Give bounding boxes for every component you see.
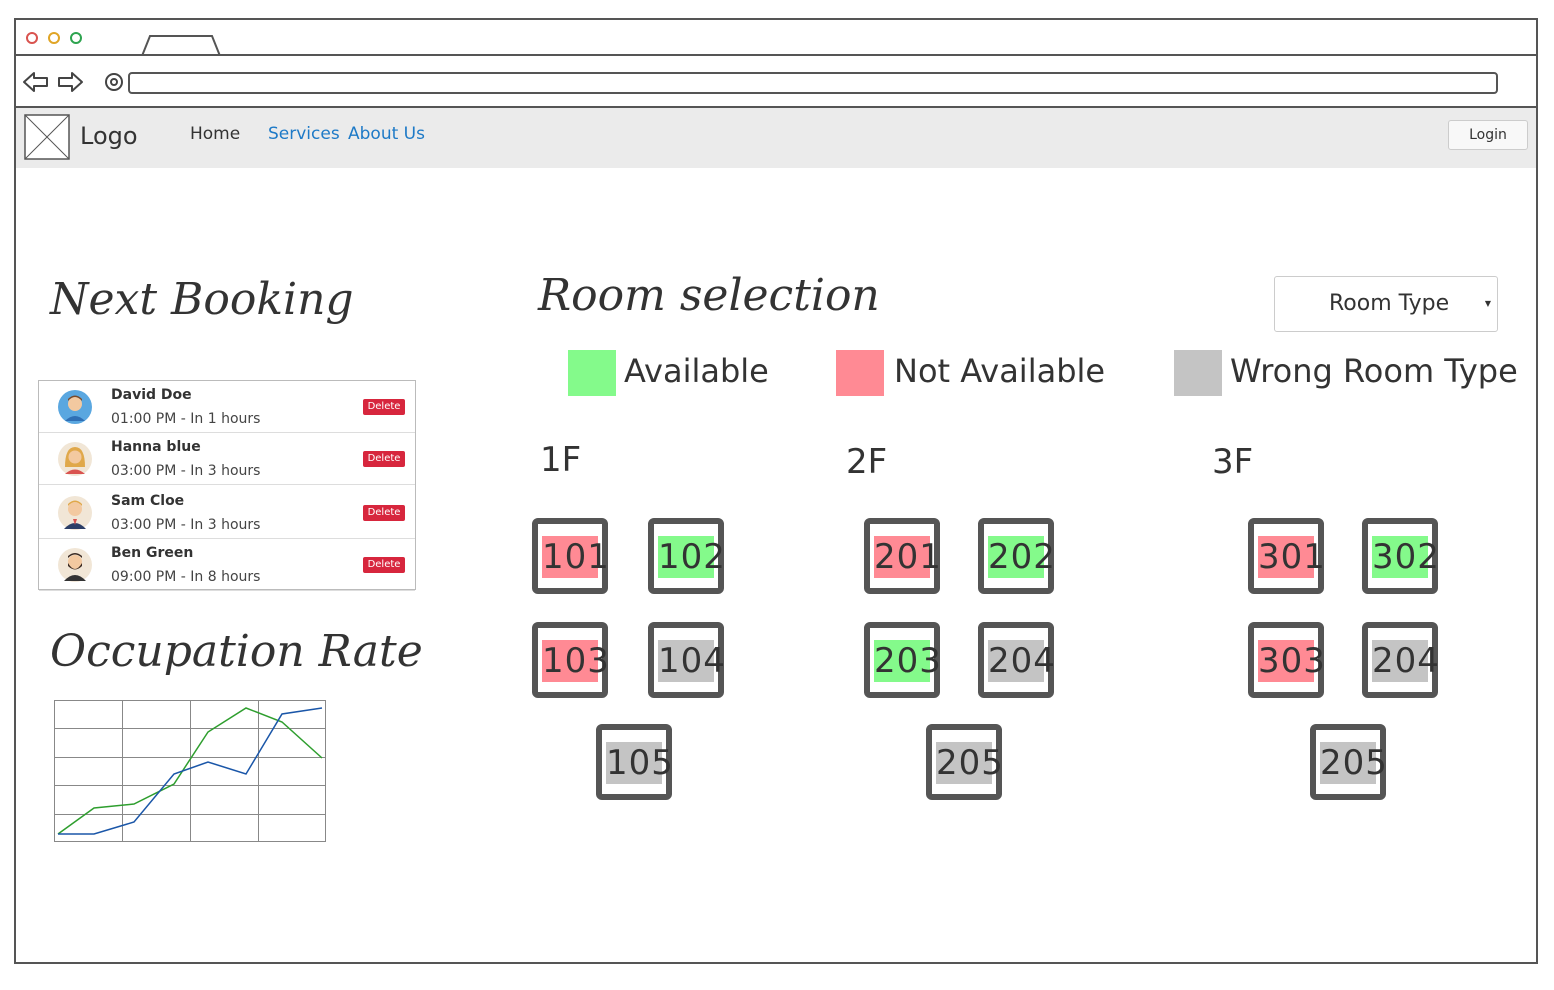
- floor-label-3f: 3F: [1212, 442, 1254, 482]
- legend-swatch-not-available: [836, 350, 884, 396]
- back-arrow-icon[interactable]: [22, 70, 50, 94]
- avatar-woman-blonde-icon: [58, 442, 92, 476]
- next-booking-title: Next Booking: [50, 274, 354, 325]
- room-number: 202: [988, 536, 1056, 578]
- logo-image-placeholder: [24, 114, 70, 160]
- room-102[interactable]: 102: [648, 518, 726, 594]
- top-navigation: Logo Home Services About Us Login: [16, 108, 1536, 168]
- login-button[interactable]: Login: [1448, 120, 1528, 150]
- booking-name: Ben Green: [111, 545, 194, 561]
- booking-time: 09:00 PM - In 8 hours: [111, 569, 261, 585]
- room-303[interactable]: 303: [1248, 622, 1326, 698]
- booking-row: David Doe 01:00 PM - In 1 hours Delete: [39, 381, 415, 433]
- booking-row: Ben Green 09:00 PM - In 8 hours Delete: [39, 539, 415, 591]
- legend-label-wrong-room-type: Wrong Room Type: [1230, 352, 1518, 390]
- booking-name: David Doe: [111, 387, 192, 403]
- room-number: 204: [988, 640, 1056, 682]
- booking-list: David Doe 01:00 PM - In 1 hours Delete H…: [38, 380, 416, 591]
- avatar-man-suit-icon: [58, 496, 92, 530]
- room-104[interactable]: 104: [648, 622, 726, 698]
- delete-booking-button[interactable]: Delete: [363, 451, 405, 467]
- reload-icon[interactable]: [102, 70, 126, 94]
- maximize-window-icon[interactable]: [70, 32, 82, 44]
- room-202[interactable]: 202: [978, 518, 1056, 594]
- booking-time: 03:00 PM - In 3 hours: [111, 463, 261, 479]
- room-type-select[interactable]: Room Type ▼: [1274, 276, 1498, 332]
- delete-booking-button[interactable]: Delete: [363, 557, 405, 573]
- room-number: 203: [874, 640, 942, 682]
- room-302[interactable]: 302: [1362, 518, 1440, 594]
- nav-services-link[interactable]: Services: [268, 124, 340, 144]
- floor-label-2f: 2F: [846, 442, 888, 482]
- room-101[interactable]: 101: [532, 518, 610, 594]
- room-205[interactable]: 205: [926, 724, 1004, 800]
- room-selection-title: Room selection: [538, 270, 880, 321]
- room-304[interactable]: 204: [1362, 622, 1440, 698]
- room-number: 103: [542, 640, 610, 682]
- room-number: 102: [658, 536, 726, 578]
- room-number: 201: [874, 536, 942, 578]
- legend-label-available: Available: [624, 352, 769, 390]
- room-203[interactable]: 203: [864, 622, 942, 698]
- legend-swatch-available: [568, 350, 616, 396]
- room-number: 101: [542, 536, 610, 578]
- room-305[interactable]: 205: [1310, 724, 1388, 800]
- chevron-down-icon: ▼: [1484, 299, 1491, 308]
- occupation-rate-chart: [54, 700, 326, 842]
- nav-home-link[interactable]: Home: [190, 124, 240, 144]
- room-number: 204: [1372, 640, 1440, 682]
- room-type-select-label: Room Type: [1329, 291, 1450, 316]
- close-window-icon[interactable]: [26, 32, 38, 44]
- booking-row: Hanna blue 03:00 PM - In 3 hours Delete: [39, 433, 415, 485]
- room-number: 301: [1258, 536, 1326, 578]
- floor-label-1f: 1F: [540, 440, 582, 480]
- room-number: 302: [1372, 536, 1440, 578]
- booking-time: 03:00 PM - In 3 hours: [111, 517, 261, 533]
- legend-swatch-wrong-room-type: [1174, 350, 1222, 396]
- logo-text: Logo: [80, 122, 138, 150]
- room-number: 104: [658, 640, 726, 682]
- booking-name: Hanna blue: [111, 439, 201, 455]
- booking-name: Sam Cloe: [111, 493, 185, 509]
- room-301[interactable]: 301: [1248, 518, 1326, 594]
- minimize-window-icon[interactable]: [48, 32, 60, 44]
- occupation-rate-title: Occupation Rate: [50, 626, 423, 677]
- forward-arrow-icon[interactable]: [56, 70, 84, 94]
- legend-label-not-available: Not Available: [894, 352, 1106, 390]
- browser-address-bar: [16, 56, 1536, 108]
- room-201[interactable]: 201: [864, 518, 942, 594]
- room-number: 105: [606, 742, 674, 784]
- room-number: 205: [936, 742, 1004, 784]
- delete-booking-button[interactable]: Delete: [363, 399, 405, 415]
- booking-time: 01:00 PM - In 1 hours: [111, 411, 261, 427]
- room-number: 303: [1258, 640, 1326, 682]
- room-103[interactable]: 103: [532, 622, 610, 698]
- url-input[interactable]: [128, 72, 1498, 94]
- browser-titlebar: [16, 20, 1536, 56]
- avatar-man-beard-icon: [58, 548, 92, 582]
- avatar-man-blue-icon: [58, 390, 92, 424]
- nav-about-link[interactable]: About Us: [348, 124, 425, 144]
- delete-booking-button[interactable]: Delete: [363, 505, 405, 521]
- browser-tab[interactable]: [140, 32, 222, 56]
- room-number: 205: [1320, 742, 1388, 784]
- booking-row: Sam Cloe 03:00 PM - In 3 hours Delete: [39, 487, 415, 539]
- room-105[interactable]: 105: [596, 724, 674, 800]
- room-204[interactable]: 204: [978, 622, 1056, 698]
